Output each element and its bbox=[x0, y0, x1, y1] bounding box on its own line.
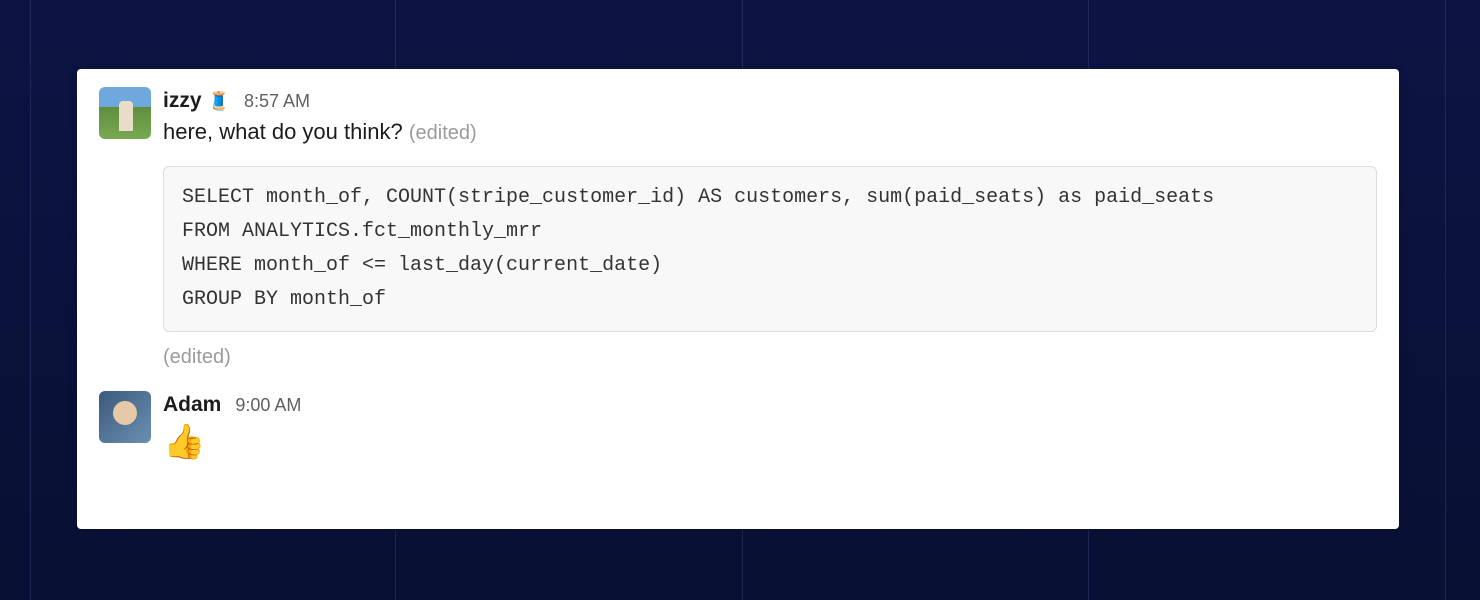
avatar[interactable] bbox=[99, 87, 151, 139]
avatar[interactable] bbox=[99, 391, 151, 443]
message-header: izzy 🧵 8:57 AM bbox=[163, 87, 1377, 114]
message-text-content: here, what do you think? bbox=[163, 119, 403, 144]
message-text: here, what do you think? (edited) bbox=[163, 116, 1377, 148]
timestamp[interactable]: 8:57 AM bbox=[244, 90, 310, 113]
message: izzy 🧵 8:57 AM here, what do you think? … bbox=[99, 87, 1377, 369]
edited-label: (edited) bbox=[409, 122, 477, 144]
timestamp[interactable]: 9:00 AM bbox=[235, 394, 301, 417]
author-name[interactable]: izzy bbox=[163, 87, 202, 114]
message-body: Adam 9:00 AM 👍 bbox=[163, 391, 1377, 458]
thumbs-up-icon: 👍 bbox=[163, 425, 1377, 459]
author-name[interactable]: Adam bbox=[163, 391, 221, 418]
message-body: izzy 🧵 8:57 AM here, what do you think? … bbox=[163, 87, 1377, 369]
code-block[interactable]: SELECT month_of, COUNT(stripe_customer_i… bbox=[163, 166, 1377, 332]
status-icon: 🧵 bbox=[208, 92, 230, 110]
message: Adam 9:00 AM 👍 bbox=[99, 391, 1377, 458]
message-header: Adam 9:00 AM bbox=[163, 391, 1377, 418]
edited-label: (edited) bbox=[163, 346, 1377, 369]
chat-panel: izzy 🧵 8:57 AM here, what do you think? … bbox=[77, 69, 1399, 529]
